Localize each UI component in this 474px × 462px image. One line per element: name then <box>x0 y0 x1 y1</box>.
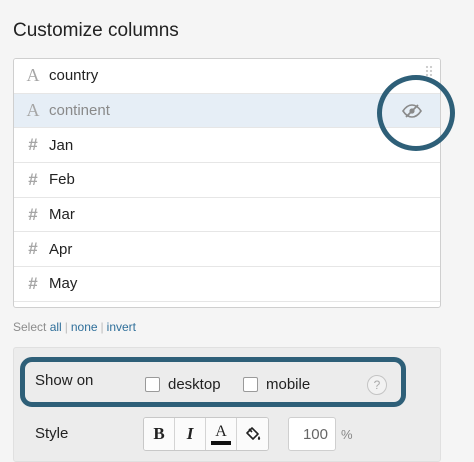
column-label: Feb <box>49 171 75 189</box>
select-prefix: Select <box>13 320 47 334</box>
number-type-icon: # <box>28 239 38 259</box>
column-row-apr[interactable]: # Apr <box>14 232 440 268</box>
column-label: Apr <box>49 240 73 258</box>
mobile-label: mobile <box>266 376 311 393</box>
column-label: continent <box>49 102 110 120</box>
fill-color-button[interactable] <box>237 418 268 450</box>
italic-button[interactable]: I <box>175 418 206 450</box>
column-row-country[interactable]: A country <box>14 59 440 94</box>
desktop-option[interactable]: desktop <box>145 376 221 393</box>
font-color-icon: A <box>215 422 227 440</box>
text-type-icon: A <box>26 65 40 86</box>
eye-slash-icon[interactable] <box>400 102 424 120</box>
number-type-icon: # <box>28 135 38 155</box>
desktop-label: desktop <box>168 376 221 393</box>
column-row-continent[interactable]: A continent <box>14 93 440 129</box>
column-row-feb[interactable]: # Feb <box>14 163 440 198</box>
desktop-checkbox[interactable] <box>145 377 160 392</box>
column-label: May <box>49 275 78 293</box>
paint-bucket-icon <box>245 427 260 440</box>
number-type-icon: # <box>28 169 38 189</box>
column-row-jan[interactable]: # Jan <box>14 128 440 164</box>
mobile-option[interactable]: mobile <box>243 376 310 393</box>
style-label: Style <box>35 425 69 442</box>
font-color-button[interactable]: A <box>206 418 237 450</box>
percent-label: % <box>341 427 353 442</box>
column-label: country <box>49 67 99 85</box>
number-type-icon: # <box>28 204 38 224</box>
opacity-input[interactable] <box>288 417 336 451</box>
text-type-icon: A <box>26 100 40 121</box>
separator: | <box>64 320 68 334</box>
panel-title: Customize columns <box>13 20 179 41</box>
select-invert-link[interactable]: invert <box>107 320 136 334</box>
separator: | <box>100 320 104 334</box>
column-label: Mar <box>49 206 75 224</box>
select-none-link[interactable]: none <box>71 320 98 334</box>
font-color-swatch <box>211 440 231 445</box>
number-type-icon: # <box>28 273 38 293</box>
column-row-may[interactable]: # May <box>14 267 440 302</box>
bold-button[interactable]: B <box>144 418 175 450</box>
column-row-mar[interactable]: # Mar <box>14 197 440 233</box>
select-all-link[interactable]: all <box>50 320 62 334</box>
style-toolbar: B I A <box>143 417 269 451</box>
show-on-label: Show on <box>35 372 94 389</box>
column-label: Jan <box>49 136 74 154</box>
drag-handle-icon[interactable] <box>425 65 433 79</box>
column-list: A country A continent # Jan # Feb # Mar … <box>13 58 441 308</box>
select-controls: Select all | none | invert <box>13 320 136 334</box>
mobile-checkbox[interactable] <box>243 377 258 392</box>
show-on-row: Show on desktop mobile ? <box>20 357 406 407</box>
help-icon[interactable]: ? <box>367 375 387 395</box>
